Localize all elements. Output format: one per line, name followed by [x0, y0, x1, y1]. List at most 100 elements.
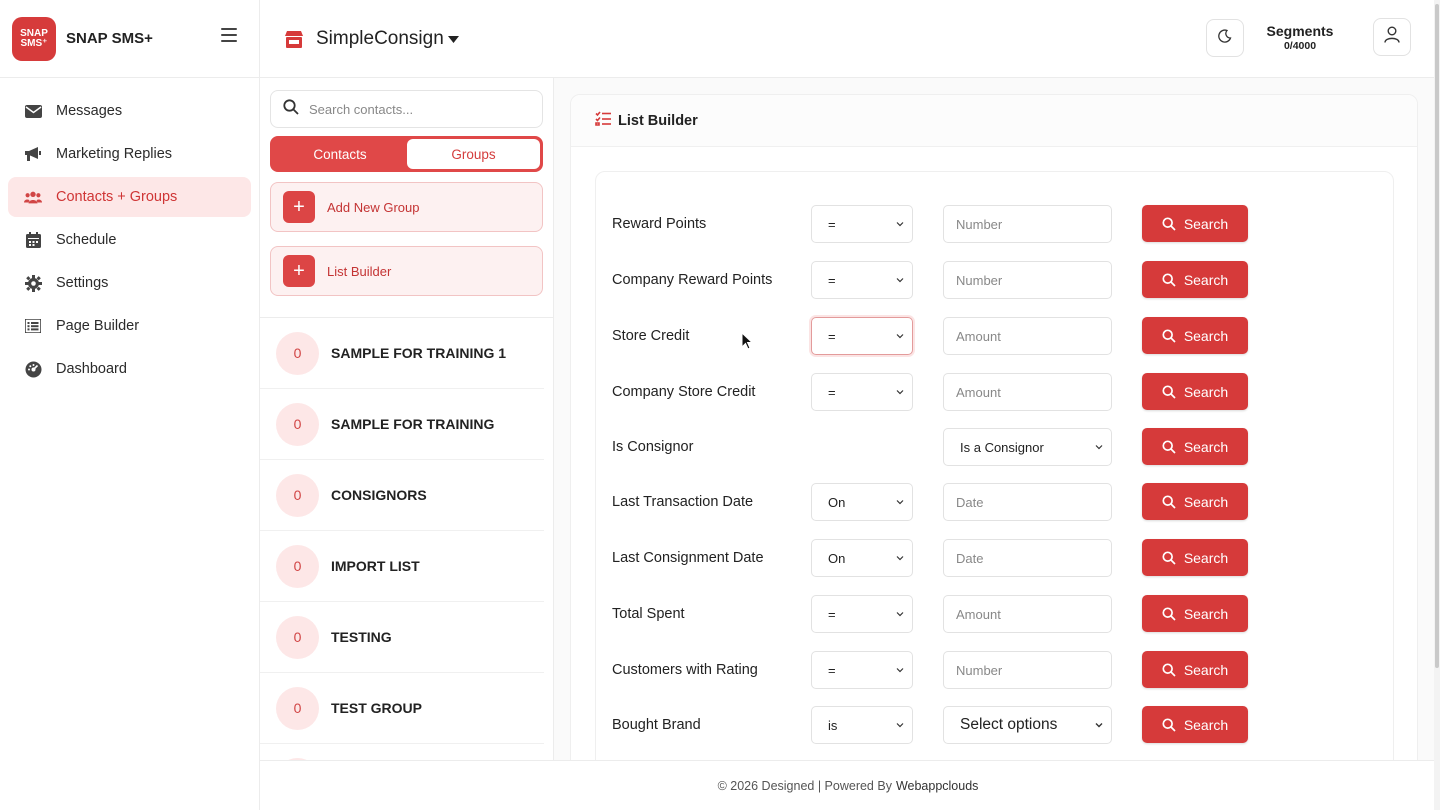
- tab-groups[interactable]: Groups: [407, 139, 540, 169]
- search-icon: [1162, 550, 1176, 565]
- megaphone-icon: [24, 145, 42, 163]
- operator-select[interactable]: is: [811, 706, 913, 744]
- chevron-down-icon: [896, 668, 904, 673]
- sidebar-item-label: Schedule: [56, 232, 117, 248]
- operator-select[interactable]: =: [811, 261, 913, 299]
- operator-select[interactable]: =: [811, 595, 913, 633]
- group-count-badge: 0: [276, 402, 319, 446]
- sidebar-item-label: Page Builder: [56, 318, 140, 334]
- list-check-icon: [595, 110, 612, 131]
- operator-select[interactable]: =: [811, 205, 913, 243]
- group-item[interactable]: 0 TEST GROUP: [260, 673, 544, 744]
- date-input[interactable]: Date: [943, 539, 1112, 577]
- scrollbar-thumb[interactable]: [1435, 4, 1439, 668]
- envelope-icon: [24, 102, 42, 120]
- consignor-select[interactable]: Is a Consignor: [943, 428, 1112, 466]
- value-input[interactable]: Amount: [943, 595, 1112, 633]
- sidebar-item-page-builder[interactable]: Page Builder: [8, 306, 251, 346]
- logo[interactable]: SNAP SMS⁺: [12, 16, 56, 61]
- dark-mode-toggle[interactable]: [1206, 19, 1244, 57]
- search-icon: [1162, 439, 1176, 454]
- contact-search[interactable]: [270, 90, 543, 128]
- contacts-groups-toggle: Contacts Groups: [270, 136, 543, 172]
- sidebar-item-dashboard[interactable]: Dashboard: [8, 349, 251, 389]
- segments-label: Segments: [1266, 23, 1334, 39]
- add-new-group-button[interactable]: + Add New Group: [270, 182, 543, 232]
- list-builder-button[interactable]: + List Builder: [270, 246, 543, 296]
- group-item[interactable]: 0 SAMPLE FOR TRAINING 1: [260, 318, 544, 389]
- contacts-panel: Contacts Groups + Add New Group + List B…: [260, 78, 554, 760]
- date-input[interactable]: Date: [943, 483, 1112, 521]
- operator-select[interactable]: =: [811, 317, 913, 355]
- operator-select[interactable]: On: [811, 539, 913, 577]
- operator-value: =: [828, 662, 836, 678]
- sidebar-item-label: Dashboard: [56, 361, 127, 377]
- add-new-group-label: Add New Group: [327, 199, 420, 215]
- search-button[interactable]: Search: [1142, 595, 1248, 632]
- chevron-down-icon: [896, 334, 904, 339]
- search-button[interactable]: Search: [1142, 205, 1248, 242]
- criteria-label: Is Consignor: [612, 439, 694, 455]
- calendar-icon: [24, 231, 42, 249]
- segments-counter: Segments 0/4000: [1260, 23, 1340, 52]
- search-icon: [1162, 272, 1176, 287]
- search-button[interactable]: Search: [1142, 261, 1248, 298]
- sidebar-item-contacts-groups[interactable]: Contacts + Groups: [8, 177, 251, 217]
- value-input[interactable]: Number: [943, 651, 1112, 689]
- store-icon: [284, 30, 304, 48]
- sidebar-item-label: Settings: [56, 275, 109, 291]
- sidebar-item-settings[interactable]: Settings: [8, 263, 251, 303]
- search-button-label: Search: [1183, 438, 1229, 455]
- chevron-down-icon: [1095, 445, 1103, 450]
- search-icon: [1162, 494, 1176, 509]
- search-button[interactable]: Search: [1142, 706, 1248, 743]
- hamburger-menu-icon[interactable]: [221, 28, 237, 42]
- chevron-down-icon: [896, 390, 904, 395]
- value-input[interactable]: Number: [943, 205, 1112, 243]
- operator-value: =: [828, 328, 836, 344]
- card-header: List Builder: [571, 95, 1417, 147]
- operator-select[interactable]: =: [811, 373, 913, 411]
- search-button[interactable]: Search: [1142, 428, 1248, 465]
- group-count-badge: 0: [276, 473, 319, 517]
- search-icon: [1162, 328, 1176, 343]
- brand-name: SNAP SMS+: [66, 30, 153, 47]
- search-icon: [1162, 717, 1176, 732]
- sidebar-item-messages[interactable]: Messages: [8, 91, 251, 131]
- search-button-label: Search: [1183, 493, 1229, 510]
- group-name: TESTING: [331, 629, 392, 645]
- value-input[interactable]: Amount: [943, 373, 1112, 411]
- search-button[interactable]: Search: [1142, 373, 1248, 410]
- search-button[interactable]: Search: [1142, 483, 1248, 520]
- search-button-label: Search: [1183, 716, 1229, 733]
- chevron-down-icon: [896, 500, 904, 505]
- top-header: SimpleConsign Segments 0/4000: [260, 0, 1440, 78]
- operator-value: =: [828, 606, 836, 622]
- footer-text: © 2026 Designed | Powered By: [717, 778, 892, 793]
- search-input[interactable]: [309, 101, 529, 117]
- group-item[interactable]: 0 CONSIGNORS: [260, 460, 544, 531]
- group-item[interactable]: 0 IMPORT LIST: [260, 531, 544, 602]
- group-item[interactable]: 0 TESTING: [260, 602, 544, 673]
- search-button[interactable]: Search: [1142, 651, 1248, 688]
- group-item[interactable]: 0 SAMPLE FOR TRAINING: [260, 389, 544, 460]
- sidebar-nav: Messages Marketing Replies Contacts + Gr…: [0, 78, 259, 389]
- search-button[interactable]: Search: [1142, 539, 1248, 576]
- caret-down-icon[interactable]: [447, 32, 459, 46]
- tab-contacts[interactable]: Contacts: [273, 139, 407, 169]
- footer-link[interactable]: Webappclouds: [896, 779, 978, 793]
- search-button[interactable]: Search: [1142, 317, 1248, 354]
- users-icon: [24, 188, 42, 206]
- criteria-row: Customers with Rating = Number Search: [596, 651, 1395, 691]
- chevron-down-icon: [896, 556, 904, 561]
- sidebar-item-schedule[interactable]: Schedule: [8, 220, 251, 260]
- brand-multiselect[interactable]: Select options: [943, 706, 1112, 744]
- search-button-label: Search: [1183, 661, 1229, 678]
- value-input[interactable]: Number: [943, 261, 1112, 299]
- user-menu-button[interactable]: [1373, 18, 1411, 56]
- value-input[interactable]: Amount: [943, 317, 1112, 355]
- store-selector[interactable]: SimpleConsign: [316, 28, 444, 50]
- operator-select[interactable]: =: [811, 651, 913, 689]
- sidebar-item-marketing-replies[interactable]: Marketing Replies: [8, 134, 251, 174]
- operator-select[interactable]: On: [811, 483, 913, 521]
